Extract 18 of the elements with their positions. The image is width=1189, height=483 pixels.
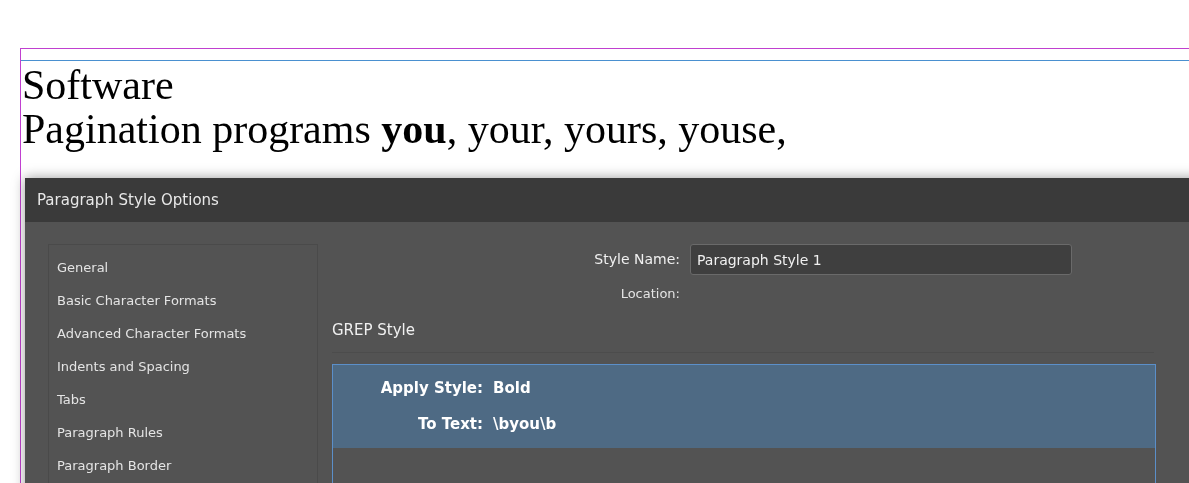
style-name-label: Style Name: — [593, 250, 681, 269]
body-text: Pagination programs you, your, yours, youse, — [21, 107, 787, 151]
category-item[interactable]: Tabs — [49, 383, 317, 416]
category-item[interactable]: Paragraph Border — [49, 449, 317, 482]
body-text: Software — [21, 63, 174, 107]
category-item[interactable]: Indents and Spacing — [49, 350, 317, 383]
to-text-label: To Text: — [416, 414, 483, 435]
window-title: Paragraph Style Options — [37, 189, 219, 211]
location-label: Location: — [619, 285, 681, 303]
style-name-field[interactable]: Paragraph Style 1 — [690, 244, 1072, 275]
category-item[interactable]: General — [49, 251, 317, 284]
category-item[interactable]: Basic Character Formats — [49, 284, 317, 317]
category-item[interactable]: Paragraph Rules — [49, 416, 317, 449]
category-item[interactable]: Advanced Character Formats — [49, 317, 317, 350]
pattern-value: \byou\b — [493, 414, 557, 435]
section-title: GREP Style — [332, 320, 415, 339]
apply-style-label: Apply Style: — [379, 377, 483, 399]
style-value: Bold — [493, 377, 531, 399]
